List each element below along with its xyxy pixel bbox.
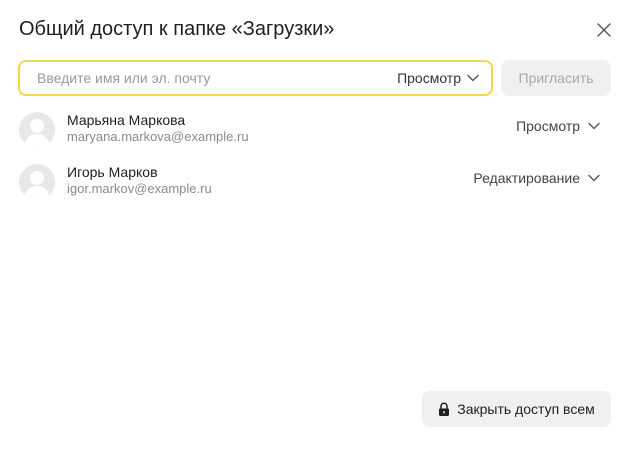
invite-field: Просмотр [18, 60, 493, 96]
user-role-label: Редактирование [473, 170, 580, 186]
user-email: igor.markov@example.ru [67, 181, 212, 196]
chevron-down-icon [588, 174, 600, 182]
revoke-all-label: Закрыть доступ всем [457, 401, 595, 417]
user-email: maryana.markova@example.ru [67, 129, 249, 144]
user-role-label: Просмотр [516, 118, 580, 134]
user-name: Игорь Марков [67, 164, 158, 180]
revoke-all-button[interactable]: Закрыть доступ всем [422, 391, 611, 427]
close-button[interactable] [594, 20, 614, 40]
dialog-title: Общий доступ к папке «Загрузки» [19, 18, 335, 40]
user-role-select[interactable]: Редактирование [473, 170, 600, 186]
chevron-down-icon [467, 74, 479, 82]
user-role-select[interactable]: Просмотр [516, 118, 600, 134]
chevron-down-icon [588, 122, 600, 130]
share-dialog: Общий доступ к папке «Загрузки» Просмотр… [0, 0, 632, 450]
avatar [19, 112, 55, 148]
avatar [19, 164, 55, 200]
close-icon [597, 23, 611, 37]
user-name: Марьяна Маркова [67, 112, 186, 128]
list-item: Марьяна Маркова maryana.markova@example.… [19, 112, 613, 152]
list-item: Игорь Марков igor.markov@example.ru Реда… [19, 164, 613, 204]
invite-role-label: Просмотр [397, 70, 461, 86]
invite-button[interactable]: Пригласить [501, 60, 611, 96]
invite-input[interactable] [20, 62, 380, 94]
invite-role-select[interactable]: Просмотр [397, 62, 479, 94]
invite-row: Просмотр Пригласить [18, 60, 612, 96]
lock-icon [438, 402, 450, 417]
